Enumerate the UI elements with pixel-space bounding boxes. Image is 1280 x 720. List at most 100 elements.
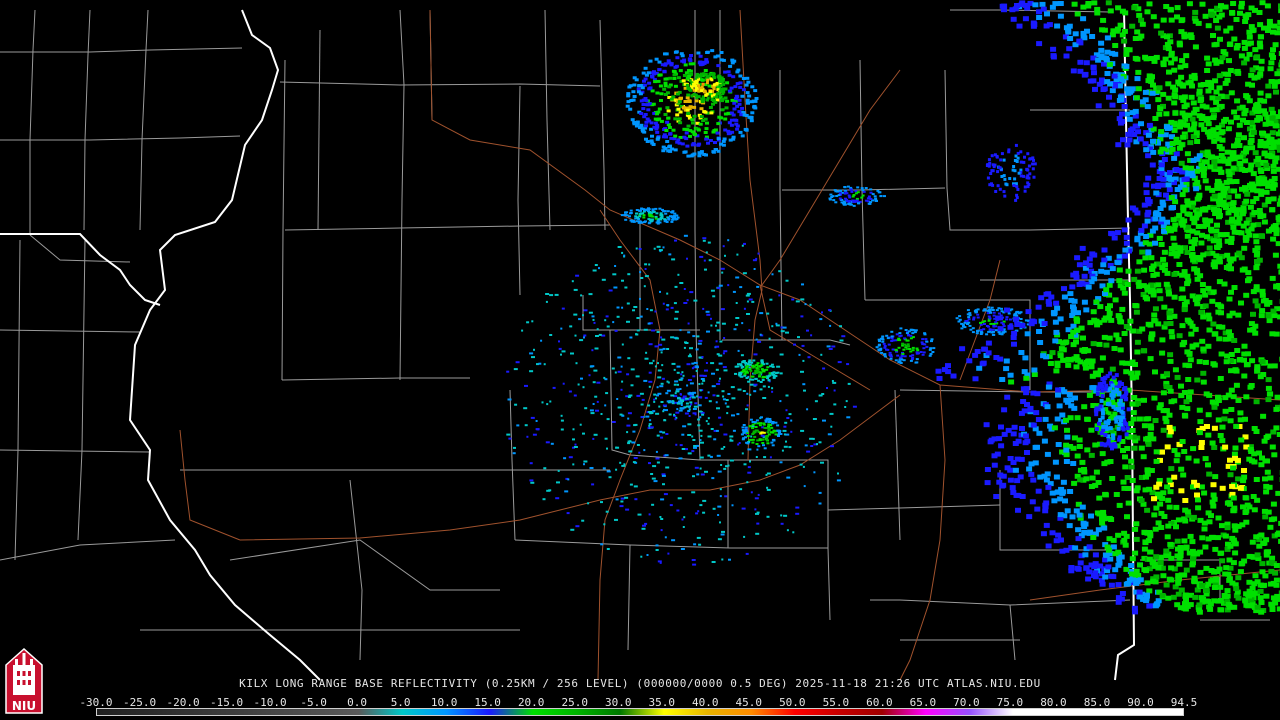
echo-pixel (745, 294, 750, 297)
echo-pixel (1041, 438, 1048, 444)
echo-pixel (1187, 79, 1194, 85)
echo-pixel (735, 276, 740, 279)
echo-pixel (1003, 358, 1010, 364)
echo-pixel (1158, 129, 1165, 135)
echo-pixel (1159, 449, 1165, 455)
echo-pixel (629, 440, 631, 443)
echo-pixel (845, 400, 848, 403)
echo-pixel (1069, 284, 1076, 290)
echo-pixel (932, 347, 936, 350)
echo-pixel (647, 222, 651, 225)
echo-pixel (689, 88, 693, 92)
echo-pixel (663, 113, 668, 116)
echo-pixel (1035, 417, 1042, 422)
echo-pixel (666, 116, 671, 120)
echo-pixel (626, 100, 631, 104)
echo-pixel (692, 563, 697, 566)
echo-pixel (588, 293, 593, 296)
echo-pixel (646, 103, 651, 107)
echo-pixel (748, 329, 751, 332)
echo-pixel (915, 361, 919, 364)
echo-pixel (1192, 594, 1199, 600)
echo-pixel (732, 107, 737, 111)
echo-pixel (1177, 248, 1184, 254)
echo-pixel (1219, 558, 1226, 564)
echo-pixel (1179, 222, 1186, 228)
echo-pixel (741, 322, 744, 325)
echo-pixel (1198, 122, 1205, 128)
echo-pixel (1209, 298, 1216, 304)
echo-pixel (659, 99, 663, 102)
echo-pixel (975, 332, 979, 335)
echo-pixel (1182, 606, 1189, 612)
echo-pixel (1170, 205, 1176, 210)
echo-pixel (1108, 317, 1115, 323)
echo-pixel (665, 106, 670, 110)
echo-pixel (1203, 104, 1210, 110)
echo-pixel (753, 435, 757, 438)
echo-pixel (757, 493, 760, 496)
echo-pixel (771, 273, 774, 276)
echo-pixel (857, 202, 860, 205)
echo-pixel (875, 346, 879, 349)
echo-pixel (685, 342, 689, 344)
echo-pixel (1251, 210, 1258, 215)
echo-pixel (572, 438, 575, 441)
echo-pixel (708, 73, 712, 77)
echo-pixel (907, 334, 910, 337)
echo-pixel (1160, 390, 1167, 396)
echo-pixel (901, 352, 905, 355)
echo-pixel (686, 363, 691, 366)
echo-pixel (689, 347, 693, 350)
echo-pixel (719, 488, 722, 491)
echo-pixel (570, 528, 575, 531)
echo-pixel (695, 512, 699, 515)
echo-pixel (779, 433, 783, 435)
echo-pixel (639, 99, 644, 103)
echo-pixel (773, 374, 777, 377)
echo-pixel (843, 186, 847, 189)
echo-pixel (1243, 93, 1250, 99)
echo-pixel (727, 464, 730, 467)
echo-pixel (538, 362, 542, 365)
echo-pixel (780, 522, 784, 525)
echo-pixel (1171, 100, 1178, 106)
echo-pixel (1038, 295, 1045, 301)
echo-pixel (1025, 309, 1032, 315)
echo-pixel (676, 371, 680, 374)
echo-pixel (1216, 566, 1223, 572)
echo-pixel (674, 392, 677, 395)
echo-pixel (1068, 568, 1075, 574)
echo-pixel (663, 135, 668, 139)
echo-pixel (1250, 494, 1257, 499)
echo-pixel (981, 321, 985, 324)
echo-pixel (748, 425, 752, 428)
echo-pixel (1095, 391, 1100, 396)
echo-pixel (1125, 90, 1132, 96)
echo-pixel (719, 495, 722, 498)
echo-pixel (741, 426, 745, 429)
echo-pixel (969, 328, 973, 331)
echo-pixel (1153, 23, 1160, 29)
echo-pixel (1168, 60, 1175, 66)
echo-pixel (848, 196, 852, 199)
echo-pixel (1152, 418, 1159, 423)
echo-pixel (972, 376, 979, 382)
echo-pixel (660, 336, 663, 339)
echo-pixel (709, 455, 713, 458)
echo-pixel (763, 456, 767, 459)
echo-pixel (1211, 193, 1218, 199)
echo-pixel (971, 331, 975, 334)
echo-pixel (725, 99, 730, 103)
echo-pixel (673, 368, 676, 371)
echo-pixel (706, 78, 710, 82)
echo-pixel (1023, 390, 1030, 396)
echo-pixel (705, 121, 709, 125)
echo-pixel (648, 462, 651, 465)
echo-pixel (1150, 14, 1157, 20)
echo-pixel (737, 102, 742, 106)
echo-pixel (719, 116, 724, 120)
echo-pixel (676, 408, 679, 411)
echo-pixel (1205, 285, 1212, 291)
echo-pixel (620, 388, 623, 391)
